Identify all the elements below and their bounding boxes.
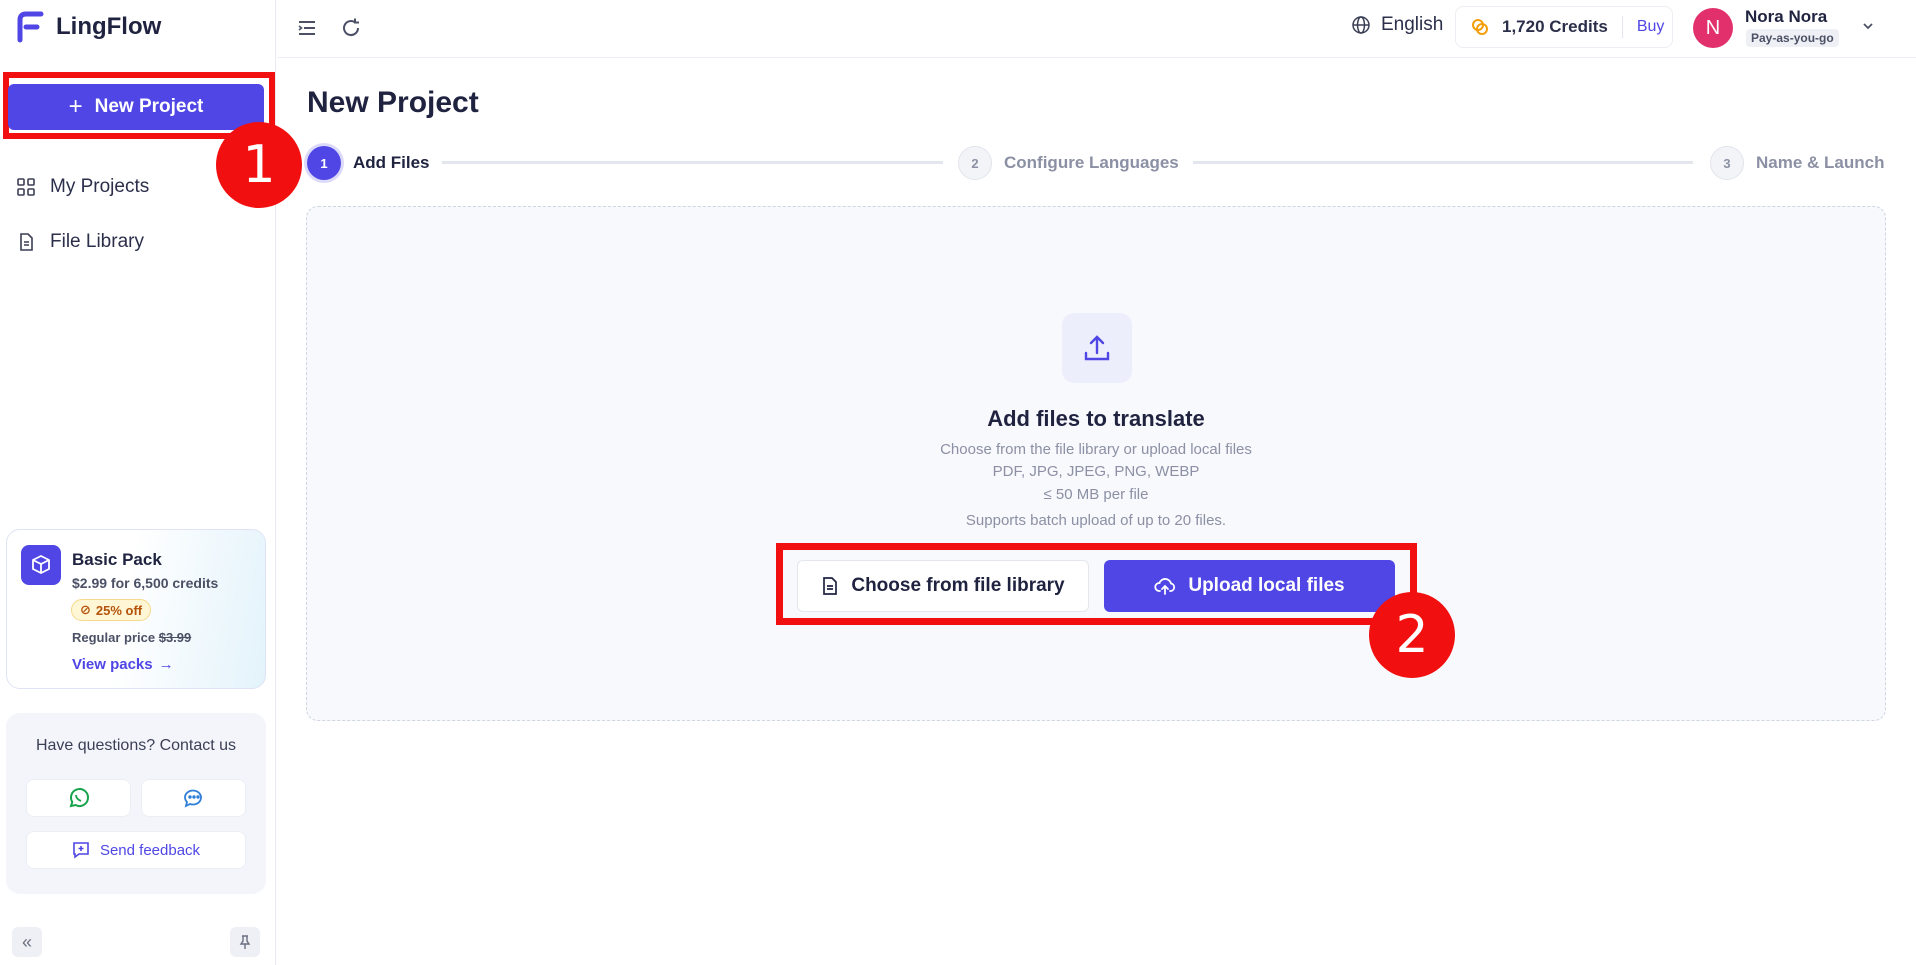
collapse-sidebar-button[interactable]: « — [12, 927, 42, 957]
feedback-icon — [73, 842, 89, 859]
avatar[interactable]: N — [1693, 8, 1733, 48]
upload-local-files-label: Upload local files — [1188, 575, 1345, 596]
choose-from-library-button[interactable]: Choose from file library — [797, 560, 1089, 612]
file-icon — [823, 577, 838, 595]
language-label: English — [1381, 14, 1444, 35]
chat-icon — [183, 789, 202, 808]
step-label: Add Files — [353, 153, 430, 172]
menu-toggle-icon[interactable] — [295, 16, 319, 40]
grid-icon — [17, 178, 35, 196]
regular-price-label: Regular price — [72, 630, 156, 645]
step-label: Configure Languages — [1004, 153, 1179, 172]
view-packs-label: View packs — [72, 656, 153, 673]
new-project-button[interactable]: + New Project — [8, 84, 264, 130]
lingflow-logo-icon — [17, 11, 44, 43]
step-connector — [442, 161, 943, 164]
credits-balance: 1,720 Credits — [1502, 17, 1608, 36]
regular-price: Regular price $3.99 — [72, 630, 191, 645]
contact-title: Have questions? Contact us — [35, 737, 237, 754]
step-connector — [1193, 161, 1693, 164]
buy-credits-button[interactable]: Buy — [1637, 18, 1665, 36]
upload-local-files-button[interactable]: Upload local files — [1104, 560, 1395, 612]
sidebar-item-my-projects[interactable]: My Projects — [16, 176, 149, 198]
sidebar-item-label: My Projects — [50, 176, 150, 197]
arrow-right-icon: → — [158, 656, 174, 673]
step-number: 3 — [1710, 146, 1744, 180]
upload-icon — [1062, 313, 1132, 383]
double-chevron-left-icon: « — [21, 931, 32, 952]
step-configure-languages: 2 Configure Languages — [958, 146, 1179, 180]
discount-label: 25% off — [95, 602, 143, 618]
cloud-upload-icon — [1154, 578, 1176, 595]
dropzone-formats: PDF, JPG, JPEG, PNG, WEBP — [992, 463, 1200, 480]
sidebar-item-file-library[interactable]: File Library — [16, 231, 144, 253]
user-name[interactable]: Nora Nora — [1745, 7, 1827, 27]
step-number: 1 — [307, 146, 341, 180]
new-project-label: New Project — [94, 96, 204, 117]
promo-title: Basic Pack — [72, 550, 162, 569]
chat-button[interactable] — [141, 779, 246, 817]
regular-price-value: $3.99 — [158, 630, 192, 645]
dropzone-size-limit: ≤ 50 MB per file — [1043, 486, 1149, 503]
plus-icon: + — [68, 93, 83, 120]
refresh-icon[interactable] — [339, 16, 363, 40]
discount-icon: ⊘ — [80, 602, 91, 617]
plan-badge: Pay-as-you-go — [1746, 29, 1839, 47]
step-number: 2 — [958, 146, 992, 180]
file-dropzone[interactable]: Add files to translate Choose from the f… — [306, 206, 1886, 721]
annotation-marker-2: 2 — [1369, 592, 1455, 678]
step-add-files: 1 Add Files — [307, 146, 430, 180]
choose-from-library-label: Choose from file library — [851, 575, 1065, 596]
contact-panel: Have questions? Contact us Send feedback — [6, 713, 266, 894]
discount-badge: ⊘ 25% off — [71, 599, 152, 621]
language-selector[interactable]: English — [1351, 14, 1443, 36]
chevron-down-icon[interactable] — [1860, 18, 1876, 34]
dropzone-batch-limit: Supports batch upload of up to 20 files. — [965, 512, 1227, 529]
dropzone-title: Add files to translate — [987, 406, 1205, 431]
globe-icon — [1352, 16, 1370, 34]
step-label: Name & Launch — [1756, 153, 1885, 172]
pin-sidebar-button[interactable] — [230, 927, 260, 957]
view-packs-link[interactable]: View packs → — [72, 656, 174, 673]
package-icon — [21, 545, 61, 585]
send-feedback-button[interactable]: Send feedback — [26, 831, 246, 869]
step-name-launch: 3 Name & Launch — [1710, 146, 1884, 180]
app-name: LingFlow — [56, 13, 162, 40]
promo-price: $2.99 for 6,500 credits — [72, 575, 219, 591]
file-icon — [20, 233, 33, 251]
sidebar-item-label: File Library — [50, 231, 144, 252]
credits-widget: 1,720 Credits Buy — [1455, 6, 1673, 48]
divider — [1621, 16, 1623, 38]
app-logo[interactable]: LingFlow — [16, 10, 161, 44]
page-title: New Project — [307, 86, 479, 119]
pin-icon — [239, 935, 251, 949]
whatsapp-button[interactable] — [26, 779, 131, 817]
whatsapp-icon — [69, 788, 89, 808]
annotation-marker-1: 1 — [216, 122, 302, 208]
dropzone-hint: Choose from the file library or upload l… — [940, 441, 1252, 458]
send-feedback-label: Send feedback — [99, 841, 201, 859]
promo-card: Basic Pack $2.99 for 6,500 credits ⊘ 25%… — [6, 529, 266, 689]
coins-icon — [1472, 19, 1488, 35]
